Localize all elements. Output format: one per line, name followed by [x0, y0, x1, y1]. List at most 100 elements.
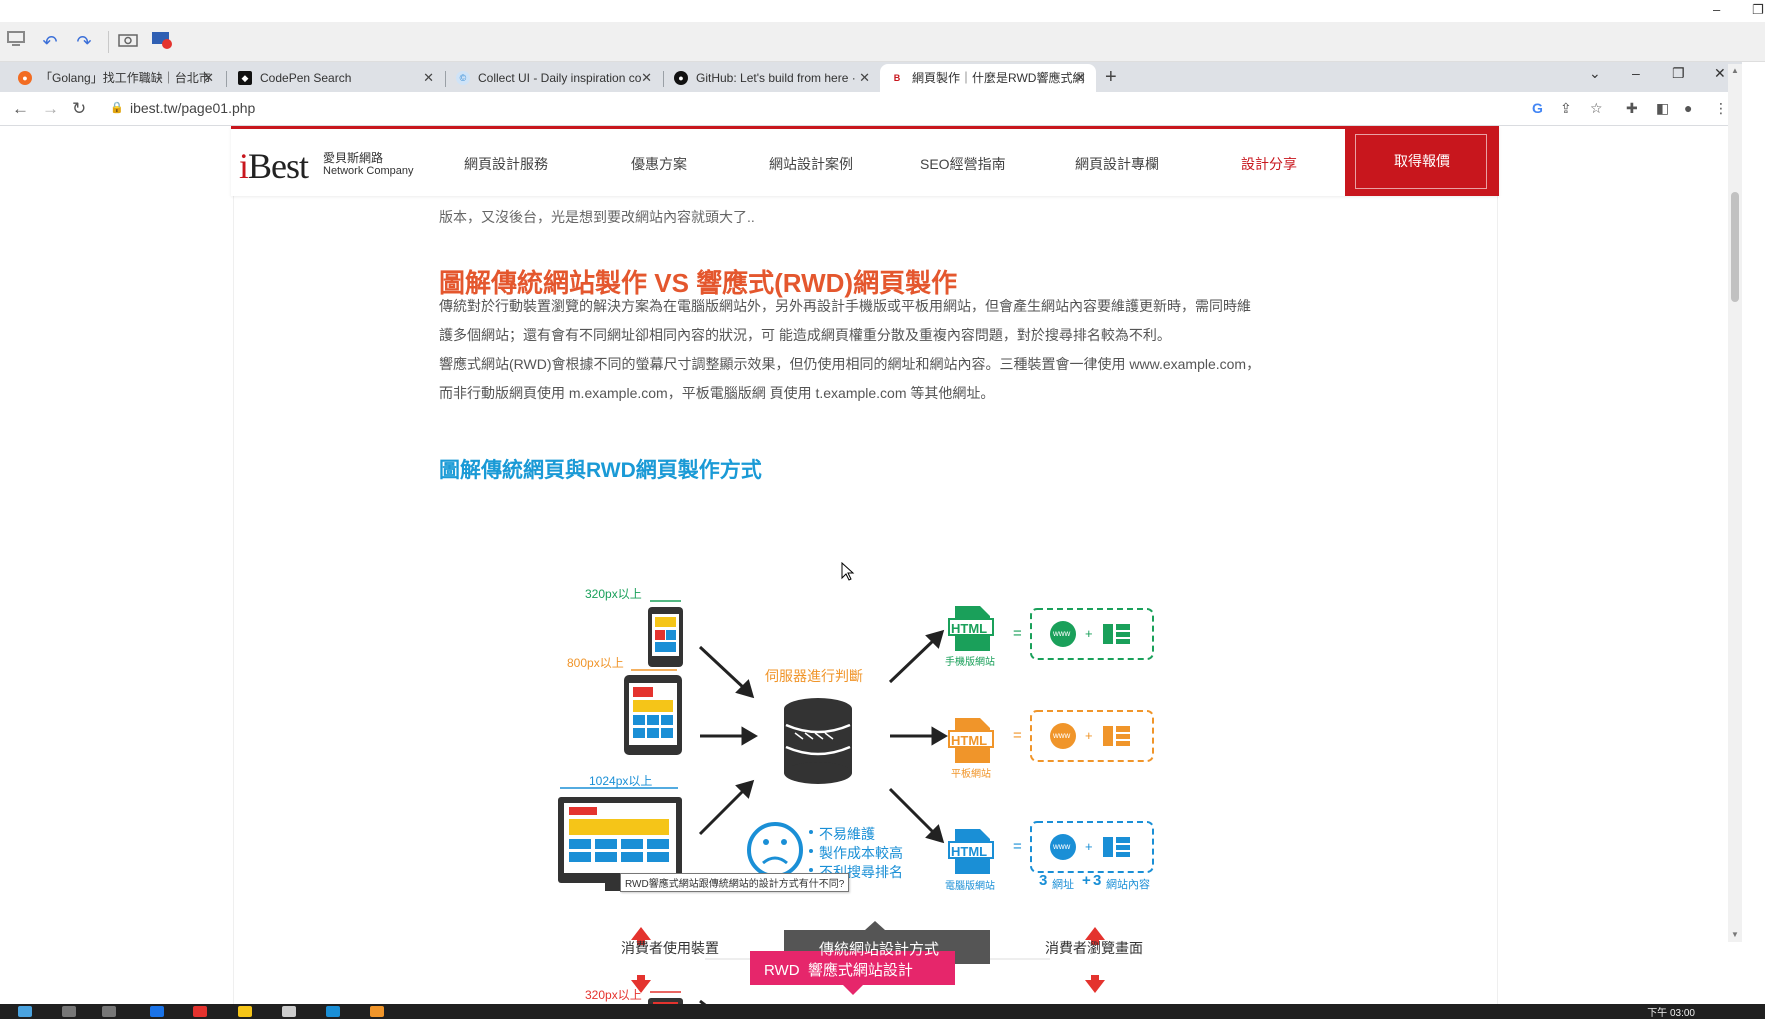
layout-guide	[233, 126, 234, 1004]
reload-icon[interactable]: ↻	[72, 98, 86, 120]
equals-phone: =	[1013, 625, 1022, 642]
side-panel-icon[interactable]: ◧	[1656, 100, 1669, 117]
nav-portfolio[interactable]: 網站設計案例	[769, 154, 853, 174]
www-desktop: www	[1053, 842, 1071, 851]
summary-number-1: 3	[1039, 872, 1048, 889]
taskbar-clock[interactable]: 下午 03:00	[1647, 1004, 1695, 1019]
close-tab-icon[interactable]: ✕	[423, 64, 434, 92]
github-favicon-icon: ●	[674, 71, 688, 85]
tab-github[interactable]: ● GitHub: Let's build from here · ✕	[664, 64, 880, 92]
intro-tail-text: 版本，又沒後台，光是想到要改網站內容就頭大了..	[439, 209, 755, 225]
sad-face-icon	[747, 822, 803, 878]
camera-icon[interactable]	[116, 30, 140, 54]
search-icon[interactable]	[62, 1006, 76, 1017]
google-translate-icon[interactable]: G	[1532, 100, 1543, 116]
record-screen-icon[interactable]	[150, 30, 174, 54]
tab-ibest-rwd[interactable]: B 網頁製作｜什麼是RWD響應式網 ✕	[880, 64, 1096, 92]
paragraph-line-2: 護多個網站；還有會有不同網址卻相同內容的狀況，可 能造成網頁權重分散及重複內容問…	[439, 327, 1171, 343]
bookmark-star-icon[interactable]: ☆	[1590, 100, 1603, 117]
size-label-1024: 1024px以上	[589, 774, 653, 788]
logo-english: Network Company	[323, 165, 414, 177]
job-site-favicon-icon: ●	[18, 71, 32, 85]
arrows-to-server	[698, 645, 758, 836]
extensions-icon[interactable]: ✚	[1626, 100, 1638, 117]
summary-number-2: 3	[1093, 872, 1102, 889]
tab-search-icon[interactable]: ⌄	[1589, 65, 1601, 82]
tab-golang-jobs[interactable]: ● 「Golang」找工作職缺｜台北市 ✕	[8, 64, 224, 92]
lock-icon[interactable]: 🔒	[110, 101, 124, 114]
browser-window: ● 「Golang」找工作職缺｜台北市 ✕ ◆ CodePen Search ✕…	[0, 62, 1742, 1004]
ibest-favicon-icon: B	[890, 71, 904, 85]
collectui-favicon-icon: ©	[456, 71, 470, 85]
address-bar[interactable]: 🔒 ibest.tw/page01.php	[100, 96, 1510, 122]
scroll-up-icon[interactable]: ▲	[1731, 66, 1739, 75]
rwd-diagram: 320px以上 800px以上 1024px以上 320px以上 伺服器進行判斷…	[545, 511, 1170, 1004]
close-tab-icon[interactable]: ✕	[203, 64, 214, 92]
close-tab-icon[interactable]: ✕	[641, 64, 652, 92]
logo-chinese: 愛貝斯網路	[323, 151, 384, 165]
new-tab-button[interactable]: +	[1105, 64, 1117, 90]
logo-i: i	[239, 146, 249, 186]
app-minimize-button[interactable]: –	[1713, 2, 1720, 17]
store-icon[interactable]	[282, 1006, 296, 1017]
equals-desktop: =	[1013, 838, 1022, 855]
screen-icon[interactable]	[4, 30, 28, 54]
app-icon[interactable]	[370, 1006, 384, 1017]
summary-text-1: 網址	[1052, 879, 1074, 891]
paragraph-line-4: 而非行動版網頁使用 m.example.com，平板電腦版網 頁使用 t.exa…	[439, 385, 995, 401]
app-toolbar: ↶ ↷	[0, 22, 1765, 62]
browser-minimize-button[interactable]: –	[1632, 65, 1640, 81]
toolbar-divider	[108, 31, 109, 53]
browser-restore-button[interactable]: ❐	[1672, 65, 1685, 82]
traditional-label: 傳統網站設計方式	[819, 941, 940, 958]
edge-icon[interactable]	[150, 1006, 164, 1017]
paragraph-line-1: 傳統對於行動裝置瀏覽的解決方案為在電腦版網站外，另外再設計手機版或平板用網站，但…	[439, 298, 1251, 314]
layout-guide	[1497, 126, 1498, 1004]
menu-kebab-icon[interactable]: ⋮	[1714, 100, 1728, 117]
nav-web-design-service[interactable]: 網頁設計服務	[464, 154, 548, 174]
tab-divider	[226, 71, 227, 87]
back-icon[interactable]: ←	[12, 98, 29, 120]
url-text[interactable]: ibest.tw/page01.php	[130, 100, 255, 116]
os-taskbar: 下午 03:00	[0, 1004, 1765, 1019]
close-tab-icon[interactable]: ✕	[1075, 64, 1086, 92]
chrome-icon[interactable]	[193, 1006, 207, 1017]
tab-codepen[interactable]: ◆ CodePen Search ✕	[228, 64, 444, 92]
forward-icon[interactable]: →	[42, 98, 59, 120]
plus-desktop: +	[1085, 839, 1093, 854]
get-quote-button[interactable]: 取得報價	[1345, 129, 1499, 196]
logo-text: Best	[248, 146, 309, 186]
task-view-icon[interactable]	[102, 1006, 116, 1017]
site-label-desktop: 電腦版網站	[945, 881, 995, 892]
profile-icon[interactable]: ●	[1684, 100, 1692, 116]
arrows-to-sites	[888, 629, 948, 844]
app-maximize-button[interactable]: ❐	[1752, 2, 1764, 18]
equals-tablet: =	[1013, 727, 1022, 744]
page-scrollbar[interactable]: ▲ ▼	[1728, 64, 1742, 942]
tab-title: 「Golang」找工作職缺｜台北市	[40, 71, 211, 85]
nav-design-column[interactable]: 網頁設計專欄	[1075, 154, 1159, 174]
file-explorer-icon[interactable]	[238, 1006, 252, 1017]
close-tab-icon[interactable]: ✕	[859, 64, 870, 92]
nav-design-share[interactable]: 設計分享	[1241, 154, 1297, 174]
nav-seo-guide[interactable]: SEO經營指南	[920, 154, 1006, 174]
browser-close-button[interactable]: ✕	[1714, 65, 1726, 82]
article-subheading: 圖解傳統網頁與RWD網頁製作方式	[439, 459, 762, 482]
summary-text-2: 網站內容	[1106, 879, 1150, 891]
www-phone: www	[1053, 629, 1071, 638]
redo-icon[interactable]: ↷	[72, 30, 96, 54]
site-label-tablet: 平板網站	[951, 769, 991, 780]
nav-promotions[interactable]: 優惠方案	[631, 154, 687, 174]
site-logo[interactable]: iBest 愛貝斯網路 Network Company	[239, 145, 413, 187]
tab-collect-ui[interactable]: © Collect UI - Daily inspiration co ✕	[446, 64, 662, 92]
article-heading: 圖解傳統網站製作 VS 響應式(RWD)網頁製作	[439, 268, 958, 298]
undo-icon[interactable]: ↶	[38, 30, 62, 54]
server-database-icon	[784, 698, 852, 784]
tab-title: GitHub: Let's build from here ·	[696, 71, 856, 85]
scroll-down-icon[interactable]: ▼	[1731, 930, 1739, 939]
mail-icon[interactable]	[326, 1006, 340, 1017]
start-icon[interactable]	[18, 1006, 32, 1017]
tab-strip: ● 「Golang」找工作職缺｜台北市 ✕ ◆ CodePen Search ✕…	[0, 62, 1742, 92]
share-icon[interactable]: ⇪	[1560, 100, 1572, 117]
scrollbar-thumb[interactable]	[1731, 192, 1739, 302]
